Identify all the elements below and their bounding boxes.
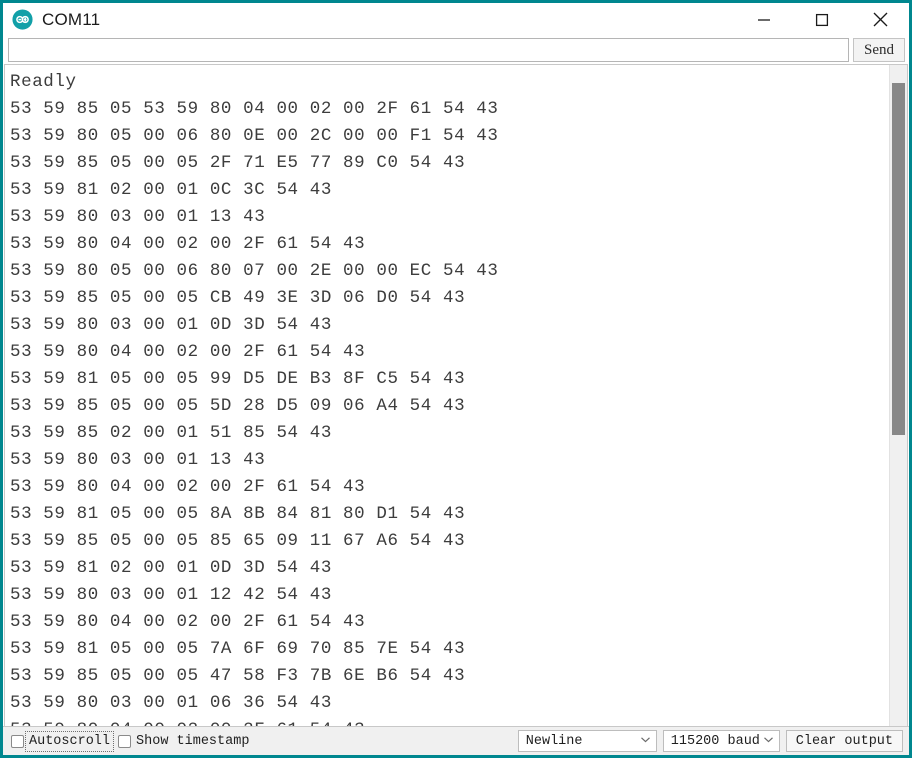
arduino-infinity-icon <box>12 9 33 30</box>
bottom-toolbar: Autoscroll Show timestamp Newline 115200… <box>3 726 909 755</box>
baud-rate-value: 115200 baud <box>670 733 760 749</box>
show-timestamp-checkbox[interactable]: Show timestamp <box>118 733 251 750</box>
window-controls <box>735 3 909 36</box>
serial-output-area: Readly 53 59 85 05 53 59 80 04 00 02 00 … <box>4 64 908 726</box>
line-ending-value: Newline <box>525 733 583 749</box>
chevron-down-icon <box>640 732 651 750</box>
chevron-down-icon <box>763 732 774 750</box>
output-scrollbar-track[interactable] <box>889 65 907 726</box>
send-message-input[interactable] <box>8 38 849 62</box>
serial-monitor-window: COM11 Send Readly 53 59 85 05 53 59 80 0… <box>0 0 912 758</box>
maximize-icon <box>815 13 829 27</box>
maximize-button[interactable] <box>793 3 851 36</box>
serial-output-text: Readly 53 59 85 05 53 59 80 04 00 02 00 … <box>10 72 499 726</box>
title-bar-left: COM11 <box>3 9 100 30</box>
clear-output-button[interactable]: Clear output <box>785 730 903 752</box>
output-scrollbar-thumb[interactable] <box>892 83 905 435</box>
minimize-icon <box>757 13 771 27</box>
title-bar: COM11 <box>3 3 909 36</box>
send-row: Send <box>3 36 909 64</box>
show-timestamp-checkbox-box[interactable] <box>118 734 132 748</box>
line-ending-select[interactable]: Newline <box>517 730 657 752</box>
send-button[interactable]: Send <box>853 38 905 62</box>
autoscroll-checkbox[interactable]: Autoscroll <box>11 730 115 752</box>
show-timestamp-label: Show timestamp <box>136 733 250 749</box>
window-title: COM11 <box>42 9 101 29</box>
baud-rate-select[interactable]: 115200 baud <box>662 730 780 752</box>
close-button[interactable] <box>851 3 909 36</box>
autoscroll-label: Autoscroll <box>24 730 115 752</box>
autoscroll-checkbox-box[interactable] <box>11 734 24 748</box>
close-icon <box>872 11 889 28</box>
minimize-button[interactable] <box>735 3 793 36</box>
